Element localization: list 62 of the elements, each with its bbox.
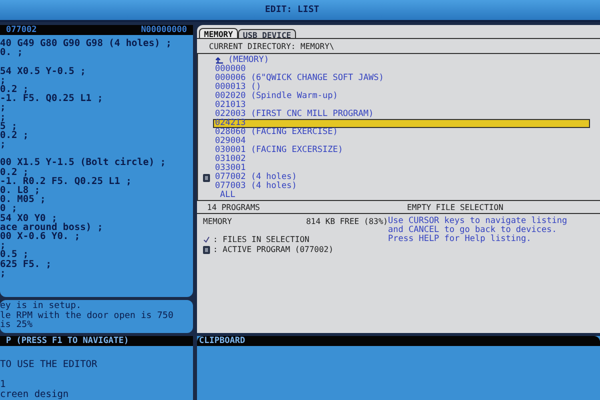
program-item[interactable]: 000000: [213, 65, 247, 74]
current-directory: CURRENT DIRECTORY: MEMORY\: [209, 42, 334, 51]
code-line: 00 X-0.6 Y0. ;: [0, 232, 80, 242]
parent-folder-item[interactable]: (MEMORY): [213, 56, 270, 65]
program-item[interactable]: 002020 (Spindle Warm-up): [213, 92, 339, 101]
all-files-item[interactable]: ALL: [213, 191, 236, 200]
code-line: 0.2 ;: [0, 84, 29, 94]
code-line: 0.5 ;: [0, 250, 29, 260]
code-line: 54 X0 Y0 ;: [0, 214, 58, 223]
program-item[interactable]: 077003 (4 holes): [213, 182, 298, 191]
code-line: 0 ;: [0, 204, 18, 214]
code-line: ;: [0, 112, 7, 122]
legend-text: : FILES IN SELECTION: [213, 235, 310, 244]
back-arrow-icon: [215, 57, 224, 64]
program-item[interactable]: 028060 (FACING EXERCISE): [213, 128, 339, 137]
help-title: P (PRESS F1 TO NAVIGATE): [6, 336, 129, 346]
memory-label: MEMORY: [203, 217, 232, 226]
check-icon: [203, 236, 210, 243]
help-line: 1: [0, 380, 7, 390]
program-item[interactable]: 000013 (): [213, 83, 262, 92]
program-number: 077002: [6, 25, 37, 35]
code-line: -1. F5. Q0.25 L1 ;: [0, 94, 104, 104]
program-item[interactable]: 000006 (6"QWICK CHANGE SOFT JAWS): [213, 74, 385, 83]
program-item[interactable]: 030001 (FACING EXCERSIZE): [213, 146, 344, 155]
program-item[interactable]: 033001: [213, 164, 247, 173]
selection-status: EMPTY FILE SELECTION: [407, 202, 504, 212]
code-line: ;: [0, 103, 7, 112]
code-line: 5 ;: [0, 122, 18, 131]
help-line: creen design: [0, 390, 70, 400]
code-line: 40 G49 G80 G90 G98 (4 holes) ;: [0, 39, 173, 48]
code-line: 54 X0.5 Y-0.5 ;: [0, 66, 87, 76]
program-item[interactable]: 022003 (FIRST CNC MILL PROGRAM): [213, 110, 375, 119]
program-item[interactable]: 024213: [213, 119, 590, 128]
program-count: 14 PROGRAMS: [207, 202, 261, 212]
code-line: 625 F5. ;: [0, 260, 52, 269]
program-item[interactable]: 029004: [213, 137, 247, 146]
program-item[interactable]: 021013: [213, 101, 247, 110]
code-line: 0.2 ;: [0, 130, 30, 140]
program-item[interactable]: 031002: [213, 155, 247, 164]
code-line: 0. ;: [0, 48, 24, 58]
active-program-icon: [203, 246, 210, 254]
help-instructions: Use CURSOR keys to navigate listing and CANCEL to go back to devices. Press HELP for Help listing.: [388, 217, 568, 246]
code-line: ;: [0, 76, 6, 85]
code-line: ;: [0, 140, 7, 150]
tab[interactable]: USB DEVICE: [238, 29, 296, 38]
message-panel: ey is in setup. le RPM with the door open is 750 is 25%: [0, 300, 193, 333]
code-line: ;: [0, 241, 6, 250]
sequence-number: N00000000: [140, 25, 187, 35]
code-line: -1. R0.2 F5. Q0.25 L1 ;: [0, 176, 133, 186]
code-line: 00 X1.5 Y-1.5 (Bolt circle) ;: [0, 158, 167, 168]
code-line: 0.2 ;: [0, 168, 29, 177]
program-item[interactable]: 077002 (4 holes): [213, 173, 298, 182]
help-line: TO USE THE EDITOR: [0, 360, 98, 370]
memory-free: 814 KB FREE (83%): [306, 217, 388, 226]
clipboard-title: CLIPBOARD: [199, 336, 246, 346]
code-line: 0. M05 ;: [0, 195, 47, 204]
code-line: ace around boss) ;: [0, 222, 104, 232]
code-line: ;: [0, 268, 7, 278]
legend-text: : ACTIVE PROGRAM (077002): [213, 245, 334, 254]
screen-title: EDIT: LIST: [265, 5, 320, 15]
code-line: 0. L8 ;: [0, 186, 42, 196]
tab[interactable]: MEMORY: [199, 28, 238, 38]
